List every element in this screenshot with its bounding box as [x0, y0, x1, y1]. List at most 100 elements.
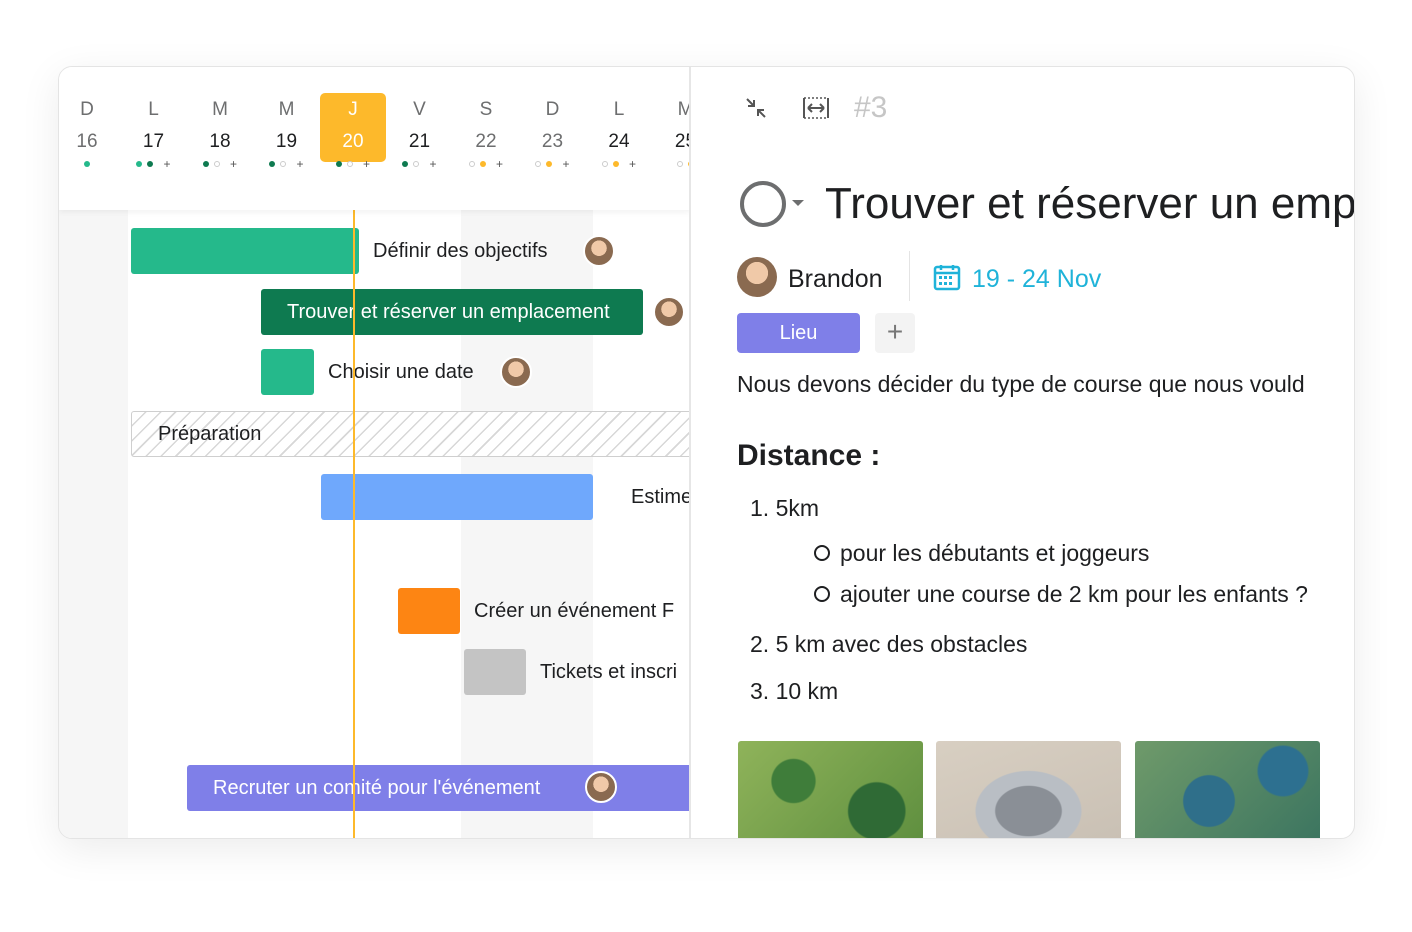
day-dots: plus+	[387, 157, 453, 171]
status-dot	[202, 161, 209, 167]
plus-glyph: +	[495, 157, 503, 171]
calendar-icon	[933, 265, 961, 291]
list-item: pour les débutants et joggeurs	[814, 540, 1149, 567]
weekday: S	[479, 99, 493, 120]
weekday: D	[545, 99, 560, 120]
day-column-20[interactable]: J 20 plus+	[320, 93, 386, 171]
date-number: 21	[408, 131, 431, 152]
day-column-16[interactable]: D 16	[59, 93, 120, 171]
add-tag-button[interactable]: +	[875, 313, 915, 353]
date-number: 25	[674, 131, 689, 152]
day-dots: plus+	[586, 157, 652, 171]
task-label: Définir des objectifs	[373, 240, 548, 262]
expand-width-icon[interactable]	[802, 96, 830, 120]
date-number: 17	[142, 131, 165, 152]
task-bar-objectifs[interactable]	[131, 228, 359, 274]
section-label: Préparation	[158, 423, 262, 445]
date-number: 20	[342, 131, 364, 152]
list-item: 2. 5 km avec des obstacles	[750, 631, 1027, 658]
list-text: pour les débutants et joggeurs	[840, 540, 1150, 566]
day-column-18[interactable]: M 18 plus+	[187, 93, 253, 171]
section-bar-preparation[interactable]: Préparation	[131, 411, 689, 457]
list-text: ajouter une course de 2 km pour les enfa…	[840, 581, 1308, 607]
status-dot	[269, 161, 276, 167]
description[interactable]: Nous devons décider du type de course qu…	[737, 371, 1305, 398]
day-column-19[interactable]: M 19 plus+	[254, 93, 320, 171]
complete-status-icon[interactable]	[740, 181, 786, 227]
list-text: 5km	[775, 495, 820, 521]
day-dots	[653, 157, 689, 171]
status-dot	[479, 161, 486, 167]
day-dots: plus+	[520, 157, 586, 171]
status-dot	[346, 161, 353, 167]
task-bar-emplacement[interactable]: Trouver et réserver un emplacement	[261, 289, 643, 335]
avatar	[583, 235, 615, 267]
today-line	[353, 210, 355, 838]
date-number: 23	[541, 131, 564, 152]
weekday: M	[212, 99, 228, 120]
plus-glyph: +	[429, 157, 437, 171]
plus-glyph: +	[163, 157, 171, 171]
status-dot	[677, 161, 683, 167]
list-item: 1. 5km	[750, 495, 819, 522]
day-column-22[interactable]: S 22 plus+	[453, 93, 519, 171]
task-label: Trouver et réserver un emplacement	[287, 301, 610, 323]
date-number: 16	[76, 131, 98, 152]
weekday: V	[413, 99, 426, 120]
day-column-25[interactable]: M 25	[653, 93, 689, 171]
list-item: ajouter une course de 2 km pour les enfa…	[814, 581, 1308, 608]
day-column-23[interactable]: D 23 plus+	[520, 93, 586, 171]
list-number: 1.	[750, 495, 770, 521]
day-column-21[interactable]: V 21 plus+	[387, 93, 453, 171]
weekday: D	[80, 99, 94, 120]
attachment-image-park[interactable]	[738, 741, 923, 838]
status-dot	[280, 161, 287, 167]
date-number: 19	[275, 131, 298, 152]
day-column-17[interactable]: L 17 plus+	[121, 93, 187, 171]
status-dot	[535, 161, 542, 167]
status-dot	[468, 161, 475, 167]
weekday: J	[348, 99, 358, 120]
plus-glyph: +	[296, 157, 304, 171]
task-bar-date[interactable]	[261, 349, 314, 395]
bullet-icon	[814, 545, 830, 561]
task-label: Tickets et inscri	[540, 661, 678, 683]
task-bar-estime[interactable]	[321, 474, 593, 520]
task-label: Choisir une date	[328, 361, 474, 383]
task-bar-evenement[interactable]	[398, 588, 460, 634]
day-dots: plus+	[121, 157, 187, 171]
plus-glyph: +	[362, 157, 370, 171]
status-dot	[402, 161, 409, 167]
timeline-header: D 16 L 17 plus+ M 18 plus+ M 19 plus+ J 20 plus+ V 21 pl…	[59, 67, 689, 210]
attachment-image-lakes[interactable]	[1135, 741, 1320, 838]
divider	[909, 251, 910, 301]
date-number: 24	[608, 131, 630, 152]
task-title[interactable]: Trouver et réserver un empl	[825, 179, 1354, 229]
tag-lieu[interactable]: Lieu	[737, 313, 860, 353]
due-date[interactable]: 19 - 24 Nov	[972, 265, 1101, 294]
day-column-24[interactable]: L 24 plus+	[586, 93, 652, 171]
date-number: 18	[209, 131, 231, 152]
weekday: L	[613, 99, 625, 120]
day-dots	[59, 157, 120, 171]
status-dot	[335, 161, 342, 167]
task-label: Créer un événement F	[474, 600, 675, 622]
plus-glyph: +	[229, 157, 237, 171]
plus-glyph: +	[628, 157, 636, 171]
task-bar-tickets[interactable]	[464, 649, 526, 695]
status-dot	[612, 161, 619, 167]
status-dot	[213, 161, 220, 167]
weekday: L	[148, 99, 159, 120]
weekday: M	[653, 93, 689, 127]
collapse-icon[interactable]	[744, 96, 768, 120]
list-text: 5 km avec des obstacles	[775, 631, 1028, 657]
avatar	[500, 356, 532, 388]
status-dot	[84, 161, 90, 167]
list-number: 2.	[750, 631, 770, 657]
task-label: Estime	[631, 486, 691, 508]
assignee-name[interactable]: Brandon	[788, 265, 883, 294]
list-item: 3. 10 km	[750, 678, 838, 705]
caret-down-icon[interactable]	[792, 200, 804, 206]
weekday: M	[278, 99, 295, 120]
attachment-image-building[interactable]	[936, 741, 1121, 838]
